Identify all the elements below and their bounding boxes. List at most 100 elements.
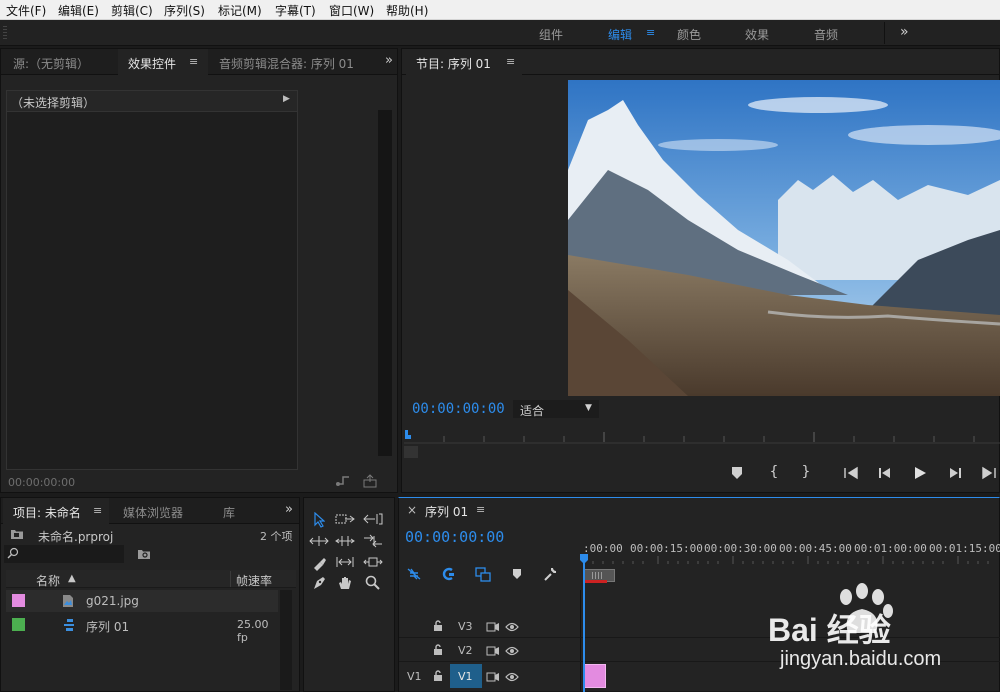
tab-effect-controls[interactable]: 效果控件 ≡ [118,49,208,75]
grip-handle-icon[interactable] [3,26,7,40]
export-icon[interactable] [362,474,378,491]
go-to-in-icon[interactable] [842,466,860,483]
snap-in-timeline-icon[interactable] [406,567,422,584]
tab-source[interactable]: 源:（无剪辑） [3,49,99,75]
menu-clip[interactable]: 剪辑(C) [111,2,153,19]
eye-icon[interactable] [505,621,519,635]
track-target-v1[interactable]: V1 [450,664,482,688]
razor-tool-icon[interactable] [308,555,330,573]
eye-icon[interactable] [505,671,519,685]
timeline-clip[interactable] [584,664,606,688]
ruler-tick-label: 00:01:00:00 [854,542,927,555]
play-icon[interactable] [911,465,929,484]
scrollbar[interactable] [280,590,292,690]
workspace-color[interactable]: 颜色 [677,26,701,43]
selection-tool-icon[interactable] [308,511,330,530]
marker-icon[interactable] [729,466,745,483]
lock-icon[interactable] [433,670,443,685]
menu-help[interactable]: 帮助(H) [386,2,428,19]
column-framerate[interactable]: 帧速率 [236,572,272,589]
mark-out-icon[interactable]: } [798,464,814,480]
hand-tool-icon[interactable] [334,575,356,593]
slide-tool-icon[interactable] [334,555,356,573]
zoom-tool-icon[interactable] [362,575,384,593]
panel-menu-icon[interactable]: ≡ [506,55,515,68]
workspace-editing[interactable]: 编辑 [608,26,632,43]
ruler-tick-label: 00:00:15:00 [630,542,703,555]
workspace-menu-icon[interactable]: ≡ [646,26,655,39]
step-back-icon[interactable] [876,466,894,483]
tab-bar: × 序列 01 ≡ [399,498,999,524]
scrollbar[interactable] [378,110,392,456]
playhead[interactable] [583,556,585,692]
sequence-tab-label[interactable]: 序列 01 [425,503,468,520]
tab-label: 节目: 序列 01 [416,57,491,71]
color-label[interactable] [12,618,25,631]
timeline-timecode[interactable]: 00:00:00:00 [405,528,504,546]
column-divider[interactable] [230,571,231,587]
menu-file[interactable]: 文件(F) [6,2,46,19]
tab-program[interactable]: 节目: 序列 01 ≡ [406,49,522,75]
close-icon[interactable]: × [407,503,417,517]
list-item[interactable]: 序列 01 25.00 fp [6,614,278,644]
panel-menu-icon[interactable]: ≡ [93,504,102,517]
menu-sequence[interactable]: 序列(S) [164,2,205,19]
menu-title[interactable]: 字幕(T) [275,2,316,19]
loop-audio-icon[interactable] [335,474,351,491]
more-tabs-icon[interactable]: » [385,53,393,68]
new-search-bin-icon[interactable] [137,548,151,563]
add-marker-group-icon[interactable] [474,566,492,585]
go-to-out-icon[interactable] [980,466,998,483]
wrench-icon[interactable] [542,566,558,585]
slip-tool-icon[interactable] [362,534,384,552]
menu-window[interactable]: 窗口(W) [329,2,374,19]
eye-icon[interactable] [505,645,519,659]
step-forward-icon[interactable] [946,466,964,483]
time-ruler[interactable] [582,556,1000,568]
workspace-audio[interactable]: 音频 [814,26,838,43]
panel-menu-icon[interactable]: ≡ [476,503,485,516]
more-workspaces-icon[interactable]: » [900,24,909,40]
tab-libraries[interactable]: 库 [213,498,245,524]
more-tabs-icon[interactable]: » [285,502,293,517]
item-framerate: 25.00 fp [237,618,269,644]
source-patch-label[interactable]: V1 [407,670,422,683]
menu-marker[interactable]: 标记(M) [218,2,262,19]
panel-menu-icon[interactable]: ≡ [189,55,198,68]
sync-lock-icon[interactable] [486,671,500,685]
workspace-effects[interactable]: 效果 [745,26,769,43]
track-select-tool-icon[interactable] [334,512,356,530]
effect-controls-area[interactable] [6,112,298,470]
expand-icon[interactable]: ▶ [283,94,290,104]
watermark-url: jingyan.baidu.com [780,648,942,670]
rolling-edit-tool-icon[interactable] [308,534,330,552]
pen-tool-icon[interactable] [308,575,330,593]
lock-icon[interactable] [433,644,443,659]
program-timecode[interactable]: 00:00:00:00 [412,401,505,417]
mark-in-icon[interactable]: { [766,464,782,480]
rate-stretch-tool-icon[interactable] [334,534,356,552]
workspace-assembly[interactable]: 组件 [539,26,563,43]
fit-dropdown[interactable]: 适合 ▼ [513,400,599,418]
search-input[interactable] [4,545,124,563]
tab-media-browser[interactable]: 媒体浏览器 [113,498,193,524]
program-video-frame[interactable] [568,80,1000,396]
list-item[interactable]: g021.jpg [6,590,278,612]
linked-selection-icon[interactable] [440,567,456,584]
ripple-edit-tool-icon[interactable] [362,512,384,530]
effect-controls-timecode: 00:00:00:00 [8,476,76,489]
menu-edit[interactable]: 编辑(E) [58,2,99,19]
search-field[interactable] [22,546,122,562]
sort-ascending-icon[interactable]: ▲ [68,573,76,584]
color-label[interactable] [12,594,25,607]
expand-tool-icon[interactable] [362,555,384,573]
tab-audio-clip-mixer[interactable]: 音频剪辑混合器: 序列 01 [209,49,364,75]
program-time-ruler[interactable] [404,428,1000,458]
column-name[interactable]: 名称 [36,572,60,589]
sync-lock-icon[interactable] [486,621,500,635]
lock-icon[interactable] [433,620,443,635]
sync-lock-icon[interactable] [486,645,500,659]
tab-project[interactable]: 项目: 未命名 ≡ [3,498,109,524]
item-name: g021.jpg [86,594,139,608]
add-marker-icon[interactable] [512,568,522,583]
